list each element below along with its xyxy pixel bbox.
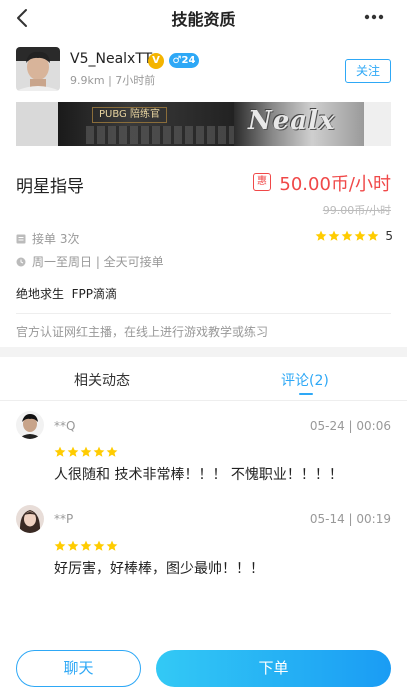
avatar[interactable] [16, 505, 44, 533]
comment-text: 人很随和 技术非常棒！！！ 不愧职业！！！！ [54, 467, 343, 483]
active-tab-indicator [299, 393, 313, 395]
star-icon [106, 446, 118, 457]
skill-tags: 绝地求生 FPP滴滴 [16, 287, 118, 301]
star-icon [80, 540, 92, 551]
tab-comments[interactable]: 评论(2) [281, 370, 329, 390]
discount-icon: 惠 [253, 173, 271, 191]
rating-value: 5 [385, 229, 393, 243]
comment-time: 05-14 | 00:19 [309, 512, 391, 526]
banner-tag: PUBG 陪练官 [92, 107, 167, 123]
divider [0, 400, 407, 401]
distance-time: 9.9km | 7小时前 [70, 74, 156, 87]
page-title: 技能资质 [171, 10, 236, 29]
document-icon [16, 234, 26, 243]
comment-username: **P [54, 512, 74, 526]
star-icon [315, 230, 327, 241]
comment-username: **Q [54, 419, 76, 433]
star-icon [80, 446, 92, 457]
schedule-label: 周一至周日 | 全天可接单 [32, 255, 164, 269]
banner-logo: Nealx [248, 106, 336, 136]
schedule: 周一至周日 | 全天可接单 [16, 253, 164, 270]
comment-time: 05-24 | 00:06 [309, 419, 391, 433]
star-icon [341, 230, 353, 241]
follow-button[interactable]: 关注 [345, 59, 391, 83]
comment-text: 好厉害，好棒棒，图少最帅！！！ [54, 561, 264, 577]
star-icon [367, 230, 379, 241]
star-icon [54, 446, 66, 457]
username: V5_NealxTT [70, 51, 153, 67]
star-icon [328, 230, 340, 241]
star-icon [67, 446, 79, 457]
divider [16, 313, 391, 314]
star-icon [106, 540, 118, 551]
more-dots-icon[interactable] [363, 8, 385, 26]
avatar[interactable] [16, 47, 60, 91]
clock-icon [16, 257, 26, 266]
star-icon [354, 230, 366, 241]
skill-name: 明星指导 [16, 177, 84, 197]
avatar[interactable] [16, 411, 44, 439]
section-separator [0, 347, 407, 357]
star-icon [67, 540, 79, 551]
chat-button[interactable]: 聊天 [16, 650, 141, 687]
rating: 5 [315, 229, 393, 243]
skill-description: 官方认证网红主播，在线上进行游戏教学或练习 [16, 325, 269, 339]
original-price: 99.00币/小时 [322, 204, 391, 217]
star-icon [54, 540, 66, 551]
comment-stars [54, 540, 119, 552]
price: 50.00币/小时 [279, 174, 391, 195]
star-icon [93, 446, 105, 457]
verified-badge-icon: V [148, 53, 164, 69]
order-count-label: 接单 3次 [32, 232, 80, 246]
gender-age-badge: ♂24 [169, 53, 199, 68]
nav-bar: 技能资质 [0, 0, 407, 36]
order-count: 接单 3次 [16, 230, 79, 247]
tab-related-posts[interactable]: 相关动态 [74, 370, 130, 390]
skill-banner-image[interactable]: PUBG 陪练官 Nealx [16, 102, 391, 146]
comment-stars [54, 446, 119, 458]
order-button[interactable]: 下单 [156, 650, 391, 687]
rating-stars [315, 230, 380, 242]
star-icon [93, 540, 105, 551]
